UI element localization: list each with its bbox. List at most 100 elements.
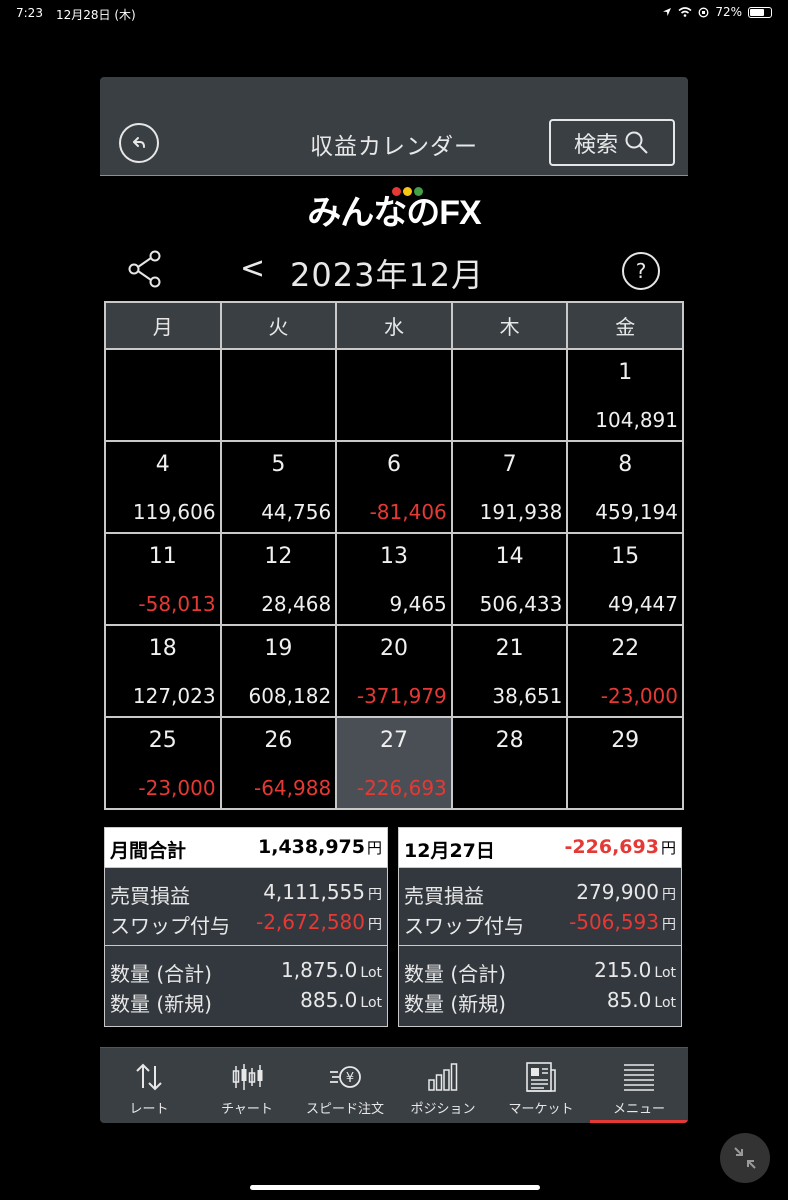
orientation-lock-icon bbox=[698, 7, 709, 17]
calendar-day-number: 7 bbox=[502, 452, 517, 477]
calendar-day-cell[interactable]: 25 -23,000 bbox=[104, 716, 222, 810]
calendar-day-number: 20 bbox=[379, 636, 408, 661]
svg-text:¥: ¥ bbox=[346, 1071, 354, 1086]
calendar-day-number: 8 bbox=[618, 452, 633, 477]
calendar-day-cell[interactable]: 19 608,182 bbox=[219, 624, 338, 718]
tab-speed-order[interactable]: ¥ スピード注文 bbox=[296, 1048, 394, 1123]
calendar-day-cell[interactable]: 27 -226,693 bbox=[335, 716, 453, 810]
weekday-header: 月 火 水 木 金 bbox=[104, 301, 684, 350]
calendar-day-profit: -23,000 bbox=[600, 684, 678, 708]
calendar-day-cell[interactable]: 20 -371,979 bbox=[335, 624, 453, 718]
speed-order-icon: ¥ bbox=[330, 1066, 361, 1088]
calendar-day-cell[interactable]: 13 9,465 bbox=[335, 532, 453, 626]
calendar-day-number: 19 bbox=[264, 636, 293, 661]
calendar-day-profit: 28,468 bbox=[261, 592, 332, 616]
monthly-qty-new-row: 数量 (新規) 885.0 Lot bbox=[110, 988, 382, 1016]
calendar-day-cell[interactable]: 18 127,023 bbox=[104, 624, 222, 718]
weekday-thu: 木 bbox=[450, 301, 569, 350]
tab-rate[interactable]: レート bbox=[100, 1048, 198, 1123]
calendar-day-number: 6 bbox=[386, 452, 401, 477]
calendar-day-profit: -371,979 bbox=[356, 684, 447, 708]
calendar-day-cell[interactable]: 12 28,468 bbox=[219, 532, 338, 626]
calendar-day-cell[interactable]: 11 -58,013 bbox=[104, 532, 222, 626]
status-time: 7:23 bbox=[16, 6, 43, 20]
daily-qty-total-row: 数量 (合計) 215.0 Lot bbox=[404, 958, 676, 986]
month-nav: < 2023年12月 ? bbox=[100, 247, 688, 295]
calendar-day-profit: 38,651 bbox=[492, 684, 563, 708]
calendar-day-cell[interactable]: 29 bbox=[566, 716, 684, 810]
home-indicator[interactable] bbox=[250, 1185, 540, 1190]
calendar-day-number: 11 bbox=[148, 544, 177, 569]
calendar-day-profit: 9,465 bbox=[389, 592, 447, 616]
calendar-day-cell[interactable]: 14 506,433 bbox=[450, 532, 569, 626]
calendar-day-cell[interactable]: 7 191,938 bbox=[450, 440, 569, 534]
daily-date-label: 12月27日 bbox=[404, 840, 495, 862]
daily-summary-body: 売買損益 279,900 円 スワップ付与 -506,593 円 数量 (合計) 2… bbox=[399, 868, 681, 1026]
brand-logo-text: みんなのFX bbox=[307, 194, 481, 232]
calendar-day-cell[interactable]: 8 459,194 bbox=[566, 440, 684, 534]
prev-month-button[interactable]: < bbox=[240, 251, 265, 286]
daily-swap-row: スワップ付与 -506,593 円 bbox=[404, 910, 676, 938]
calendar-week: 4 119,606 5 44,756 6 -81,406 7 191,938 8 459,194 bbox=[104, 440, 684, 534]
weekday-mon: 月 bbox=[104, 301, 222, 350]
calendar-day-cell[interactable]: 26 -64,988 bbox=[219, 716, 338, 810]
bottom-tab-bar: レート チャート ¥ スピード注文 ポジション マーケット メニュー bbox=[100, 1047, 688, 1123]
tab-chart[interactable]: チャート bbox=[198, 1048, 296, 1123]
brand-logo: みんなのFX bbox=[307, 187, 482, 235]
calendar-day-cell[interactable]: 1 104,891 bbox=[566, 348, 684, 442]
newspaper-icon bbox=[526, 1062, 556, 1092]
calendar-day-number: 13 bbox=[379, 544, 408, 569]
calendar-day-profit: 44,756 bbox=[261, 500, 332, 524]
calendar-day-cell[interactable]: 6 -81,406 bbox=[335, 440, 453, 534]
share-icon[interactable] bbox=[127, 249, 163, 289]
calendar-week: 25 -23,000 26 -64,988 27 -226,693 28 29 bbox=[104, 716, 684, 810]
tab-market[interactable]: マーケット bbox=[492, 1048, 590, 1123]
calendar-day-profit: 127,023 bbox=[132, 684, 216, 708]
tab-market-label: マーケット bbox=[508, 1102, 574, 1117]
app-header: 収益カレンダー 検索 bbox=[100, 77, 688, 176]
calendar-day-cell[interactable]: 21 38,651 bbox=[450, 624, 569, 718]
calendar-day-profit: 119,606 bbox=[132, 500, 216, 524]
calendar-day-cell[interactable]: 22 -23,000 bbox=[566, 624, 684, 718]
battery-icon bbox=[748, 6, 772, 18]
calendar-day-number: 29 bbox=[611, 728, 640, 753]
calendar-day-number: 15 bbox=[611, 544, 640, 569]
logo-dot-green bbox=[413, 187, 423, 196]
calendar-day-cell[interactable]: 4 119,606 bbox=[104, 440, 222, 534]
calendar-day-profit: 506,433 bbox=[479, 592, 563, 616]
calendar-day-cell[interactable]: 5 44,756 bbox=[219, 440, 338, 534]
calendar-day-profit: -81,406 bbox=[369, 500, 447, 524]
monthly-qty-total-row: 数量 (合計) 1,875.0 Lot bbox=[110, 958, 382, 986]
calendar-day-number: 26 bbox=[264, 728, 293, 753]
calendar-day-profit: -58,013 bbox=[138, 592, 216, 616]
monthly-swap-row: スワップ付与 -2,672,580 円 bbox=[110, 910, 382, 938]
calendar-day-number: 22 bbox=[611, 636, 640, 661]
search-button[interactable]: 検索 bbox=[549, 119, 675, 166]
help-icon[interactable]: ? bbox=[622, 252, 660, 290]
status-icons: 72% bbox=[662, 5, 772, 19]
logo-dot-red bbox=[391, 187, 401, 196]
monthly-total-label: 月間合計 bbox=[110, 840, 187, 862]
calendar-day-cell[interactable]: 28 bbox=[450, 716, 569, 810]
monthly-summary-header: 月間合計 1,438,975 円 bbox=[105, 828, 387, 868]
calendar-day-number: 14 bbox=[495, 544, 524, 569]
tab-position[interactable]: ポジション bbox=[394, 1048, 492, 1123]
calendar-day-cell bbox=[335, 348, 453, 442]
calendar-day-number: 18 bbox=[148, 636, 177, 661]
calendar-day-profit: -226,693 bbox=[356, 776, 447, 800]
calendar-day-number: 5 bbox=[271, 452, 286, 477]
calendar-day-number: 1 bbox=[618, 360, 633, 385]
daily-trade-pl-row: 売買損益 279,900 円 bbox=[404, 880, 676, 908]
calendar-day-profit: 191,938 bbox=[479, 500, 563, 524]
battery-percent: 72% bbox=[715, 5, 742, 19]
calendar-day-cell[interactable]: 15 49,447 bbox=[566, 532, 684, 626]
tab-menu[interactable]: メニュー bbox=[590, 1048, 688, 1123]
calendar-day-profit: 49,447 bbox=[608, 592, 678, 616]
monthly-total-value: 1,438,975 円 bbox=[258, 836, 382, 858]
weekday-tue: 火 bbox=[219, 301, 338, 350]
shrink-window-button[interactable] bbox=[720, 1133, 770, 1183]
calendar-day-profit: 608,182 bbox=[248, 684, 332, 708]
calendar-day-number: 28 bbox=[495, 728, 524, 753]
monthly-trade-pl-row: 売買損益 4,111,555 円 bbox=[110, 880, 382, 908]
weekday-fri: 金 bbox=[566, 301, 684, 350]
